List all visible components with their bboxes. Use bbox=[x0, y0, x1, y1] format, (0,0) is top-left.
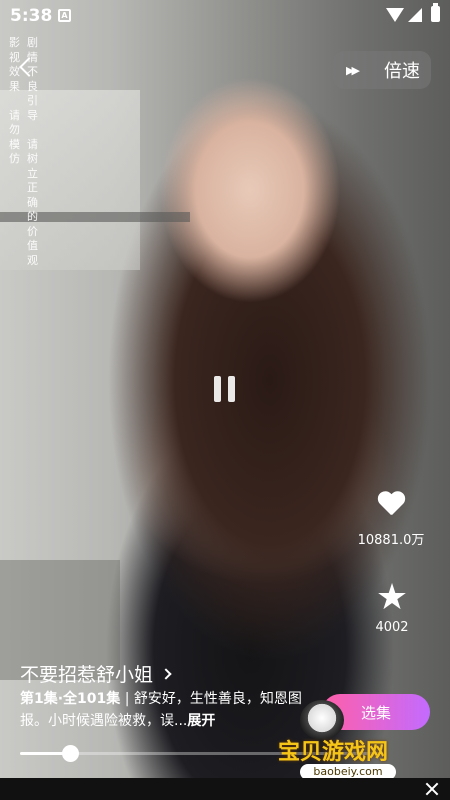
disclaimer-col2-char: 请 bbox=[27, 137, 38, 151]
favorite-button[interactable]: ★ 4002 bbox=[374, 577, 444, 636]
battery-icon bbox=[431, 3, 440, 22]
a-notification-icon: A bbox=[58, 9, 71, 22]
disclaimer-col2-char: 情 bbox=[27, 50, 38, 64]
disclaimer-col2-char: 导 bbox=[27, 108, 38, 122]
disclaimer-col1-char: 效 bbox=[9, 65, 20, 78]
disclaimer-col1-char: 请 bbox=[9, 108, 20, 122]
select-episode-label: 选集 bbox=[360, 703, 391, 722]
disclaimer-col2-char: 价 bbox=[27, 224, 38, 238]
drama-title: 不要招惹舒小姐 bbox=[20, 664, 154, 686]
star-icon: ★ bbox=[375, 577, 409, 618]
disclaimer-col2-char: 立 bbox=[27, 166, 38, 180]
disclaimer-col1-char: 视 bbox=[9, 50, 20, 64]
fast-forward-icon: ▶▶ bbox=[346, 63, 360, 77]
disclaimer-col2-char: 正 bbox=[27, 181, 38, 194]
disclaimer-col1-char: 勿 bbox=[9, 123, 20, 136]
wifi-icon bbox=[386, 8, 404, 22]
disclaimer-col2-char: 值 bbox=[27, 239, 38, 252]
bottom-bar bbox=[0, 778, 450, 800]
watermark-text: 宝贝游戏网 bbox=[278, 740, 389, 765]
status-bar: 5:38 A bbox=[0, 0, 450, 34]
disclaimer-col1-char: 果 bbox=[9, 79, 20, 93]
disclaimer-col2-char: 不 bbox=[27, 65, 38, 78]
favorite-count: 4002 bbox=[375, 620, 409, 635]
disclaimer-column-2: 剧情不良引导 请树立正确的价值观 bbox=[26, 36, 39, 268]
disclaimer-col1-char: 影 bbox=[9, 36, 20, 49]
expand-link[interactable]: 展开 bbox=[187, 713, 215, 729]
disclaimer-col2-char: 的 bbox=[27, 210, 38, 223]
status-time: 5:38 bbox=[10, 6, 53, 26]
playback-speed-button[interactable]: ▶▶ 倍速 bbox=[333, 51, 431, 89]
disclaimer-col1-char bbox=[8, 94, 21, 109]
disclaimer-col1-char: 模 bbox=[9, 137, 20, 151]
cell-signal-icon bbox=[408, 8, 422, 22]
like-button[interactable]: 10881.0万 bbox=[356, 492, 426, 548]
disclaimer-col2-char: 确 bbox=[27, 195, 38, 209]
like-count: 10881.0万 bbox=[357, 533, 425, 548]
heart-icon bbox=[377, 492, 405, 518]
playback-speed-label: 倍速 bbox=[384, 61, 420, 82]
drama-title-link[interactable]: 不要招惹舒小姐 bbox=[20, 660, 172, 687]
disclaimer-col2-char: 引 bbox=[27, 94, 38, 107]
pause-icon[interactable] bbox=[212, 376, 238, 402]
disclaimer-col2-char: 良 bbox=[27, 79, 38, 93]
close-icon[interactable] bbox=[424, 781, 440, 797]
video-player-screen: 5:38 A 影视效果 请勿模仿 剧情不良引导 请树立正确的价值观 ▶▶ 倍速 … bbox=[0, 0, 450, 800]
disclaimer-col2-char bbox=[26, 123, 39, 138]
background-window bbox=[0, 90, 140, 270]
watermark-logo: 宝贝游戏网 baobeiy.com bbox=[278, 734, 428, 782]
disclaimer-col2-char: 剧 bbox=[27, 36, 38, 49]
disclaimer-col2-char: 树 bbox=[27, 152, 38, 165]
disclaimer-column-1: 影视效果 请勿模仿 bbox=[8, 36, 21, 167]
disclaimer-col1-char: 仿 bbox=[9, 152, 20, 165]
episode-info: 第1集·全101集 bbox=[20, 691, 121, 707]
chevron-right-icon bbox=[160, 667, 172, 680]
disclaimer-col2-char: 观 bbox=[27, 253, 38, 267]
drama-description: 第1集·全101集 | 舒安好，生性善良，知恩图报。小时候遇险被救，误...展开 bbox=[20, 688, 320, 732]
